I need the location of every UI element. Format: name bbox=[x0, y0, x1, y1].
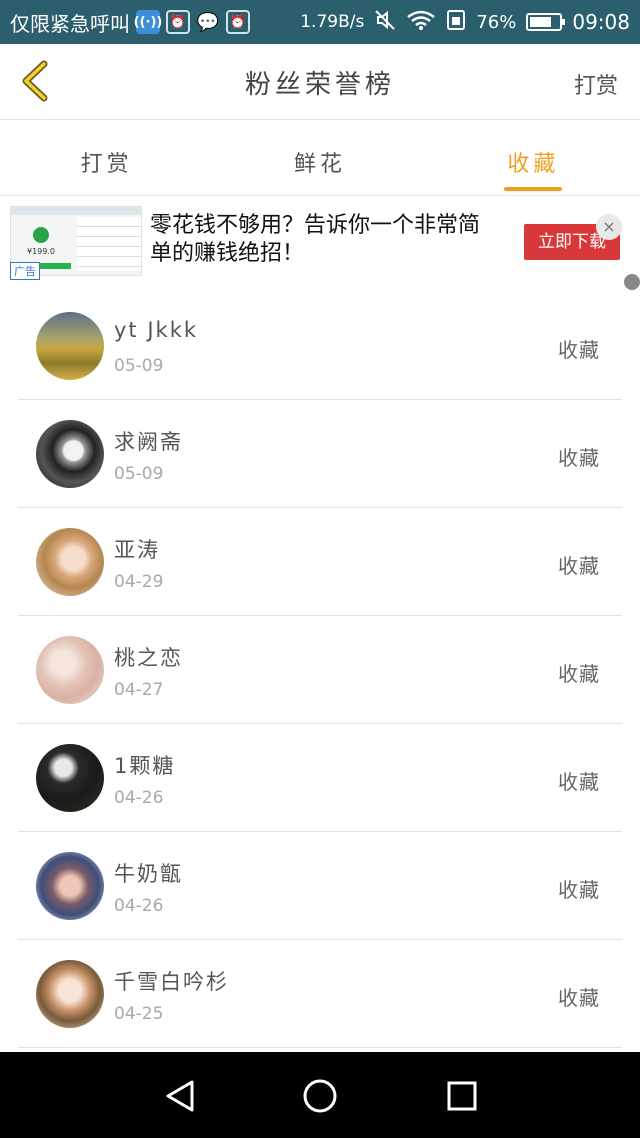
avatar bbox=[36, 636, 104, 704]
avatar bbox=[36, 312, 104, 380]
favorite-label: 收藏 bbox=[558, 662, 600, 686]
battery-icon bbox=[526, 13, 566, 31]
list-item[interactable]: 求阙斋 05-09 收藏 bbox=[18, 400, 622, 508]
list-item[interactable]: 1颗糖 04-26 收藏 bbox=[18, 724, 622, 832]
user-name: yt Jkkk bbox=[114, 318, 199, 342]
battery-text: 76% bbox=[476, 11, 517, 33]
wifi-icon bbox=[406, 9, 436, 36]
favorite-date: 04-25 bbox=[114, 1004, 164, 1024]
page-title: 粉丝荣誉榜 bbox=[244, 70, 395, 100]
nav-recents-button[interactable] bbox=[442, 1076, 482, 1116]
wechat-icon: 💬 bbox=[196, 11, 220, 33]
favorite-label: 收藏 bbox=[558, 770, 600, 794]
carrier-text: 仅限紧急呼叫 bbox=[10, 11, 130, 36]
ad-info-icon[interactable] bbox=[624, 274, 640, 290]
sim-icon bbox=[446, 9, 466, 36]
favorite-date: 04-26 bbox=[114, 788, 164, 808]
tab-flowers[interactable]: 鲜花 bbox=[213, 120, 426, 195]
avatar bbox=[36, 420, 104, 488]
triangle-back-icon bbox=[166, 1080, 194, 1112]
status-bar: 仅限紧急呼叫 ((·)) ⏰ 💬 ⏰ 1.79B/s 76% 09:08 bbox=[0, 0, 640, 44]
ad-close-icon[interactable]: × bbox=[596, 214, 622, 240]
reward-button[interactable]: 打赏 bbox=[574, 68, 618, 100]
avatar bbox=[36, 744, 104, 812]
alarm-icon: ⏰ bbox=[226, 10, 250, 34]
list-item[interactable]: 牛奶甑 04-26 收藏 bbox=[18, 832, 622, 940]
user-name: 求阙斋 bbox=[114, 430, 183, 454]
ad-banner[interactable]: ¥199.0 广告 零花钱不够用？告诉你一个非常简单的赚钱绝招！ 立即下载 bbox=[0, 196, 640, 282]
alarm-icon: ⏰ bbox=[166, 10, 190, 34]
nav-home-button[interactable] bbox=[300, 1076, 340, 1116]
avatar bbox=[36, 528, 104, 596]
check-icon bbox=[33, 227, 49, 243]
tab-reward[interactable]: 打赏 bbox=[0, 120, 213, 195]
list-item[interactable]: 桃之恋 04-27 收藏 bbox=[18, 616, 622, 724]
mute-icon bbox=[374, 9, 396, 36]
favorite-date: 04-26 bbox=[114, 896, 164, 916]
nav-back-button[interactable] bbox=[160, 1076, 200, 1116]
fan-list: yt Jkkk 05-09 收藏 求阙斋 05-09 收藏 亚涛 04-29 收… bbox=[0, 292, 640, 1048]
favorite-date: 04-27 bbox=[114, 680, 164, 700]
ad-thumb-price: ¥199.0 bbox=[27, 247, 55, 256]
favorite-label: 收藏 bbox=[558, 338, 600, 362]
ad-text: 零花钱不够用？告诉你一个非常简单的赚钱绝招！ bbox=[150, 213, 481, 266]
clock: 09:08 bbox=[572, 10, 630, 34]
system-nav-bar bbox=[0, 1052, 640, 1138]
user-name: 1颗糖 bbox=[114, 754, 176, 778]
list-item[interactable]: 千雪白吟杉 04-25 收藏 bbox=[18, 940, 622, 1048]
circle-home-icon bbox=[303, 1079, 337, 1113]
wifi-calling-icon: ((·)) bbox=[134, 10, 162, 34]
network-speed: 1.79B/s bbox=[300, 12, 365, 32]
favorite-date: 05-09 bbox=[114, 464, 164, 484]
header: 粉丝荣誉榜 打赏 bbox=[0, 44, 640, 120]
user-name: 千雪白吟杉 bbox=[114, 970, 229, 994]
favorite-label: 收藏 bbox=[558, 986, 600, 1010]
user-name: 亚涛 bbox=[114, 538, 160, 562]
favorite-label: 收藏 bbox=[558, 878, 600, 902]
user-name: 牛奶甑 bbox=[114, 862, 183, 886]
tab-bar: 打赏 鲜花 收藏 bbox=[0, 120, 640, 196]
favorite-date: 04-29 bbox=[114, 572, 164, 592]
favorite-label: 收藏 bbox=[558, 446, 600, 470]
list-item[interactable]: yt Jkkk 05-09 收藏 bbox=[18, 292, 622, 400]
favorite-label: 收藏 bbox=[558, 554, 600, 578]
tab-favorites[interactable]: 收藏 bbox=[427, 120, 640, 195]
square-recents-icon bbox=[447, 1081, 477, 1111]
favorite-date: 05-09 bbox=[114, 356, 164, 376]
list-item[interactable]: 亚涛 04-29 收藏 bbox=[18, 508, 622, 616]
ad-tag: 广告 bbox=[10, 262, 40, 280]
avatar bbox=[36, 960, 104, 1028]
avatar bbox=[36, 852, 104, 920]
user-name: 桃之恋 bbox=[114, 646, 183, 670]
